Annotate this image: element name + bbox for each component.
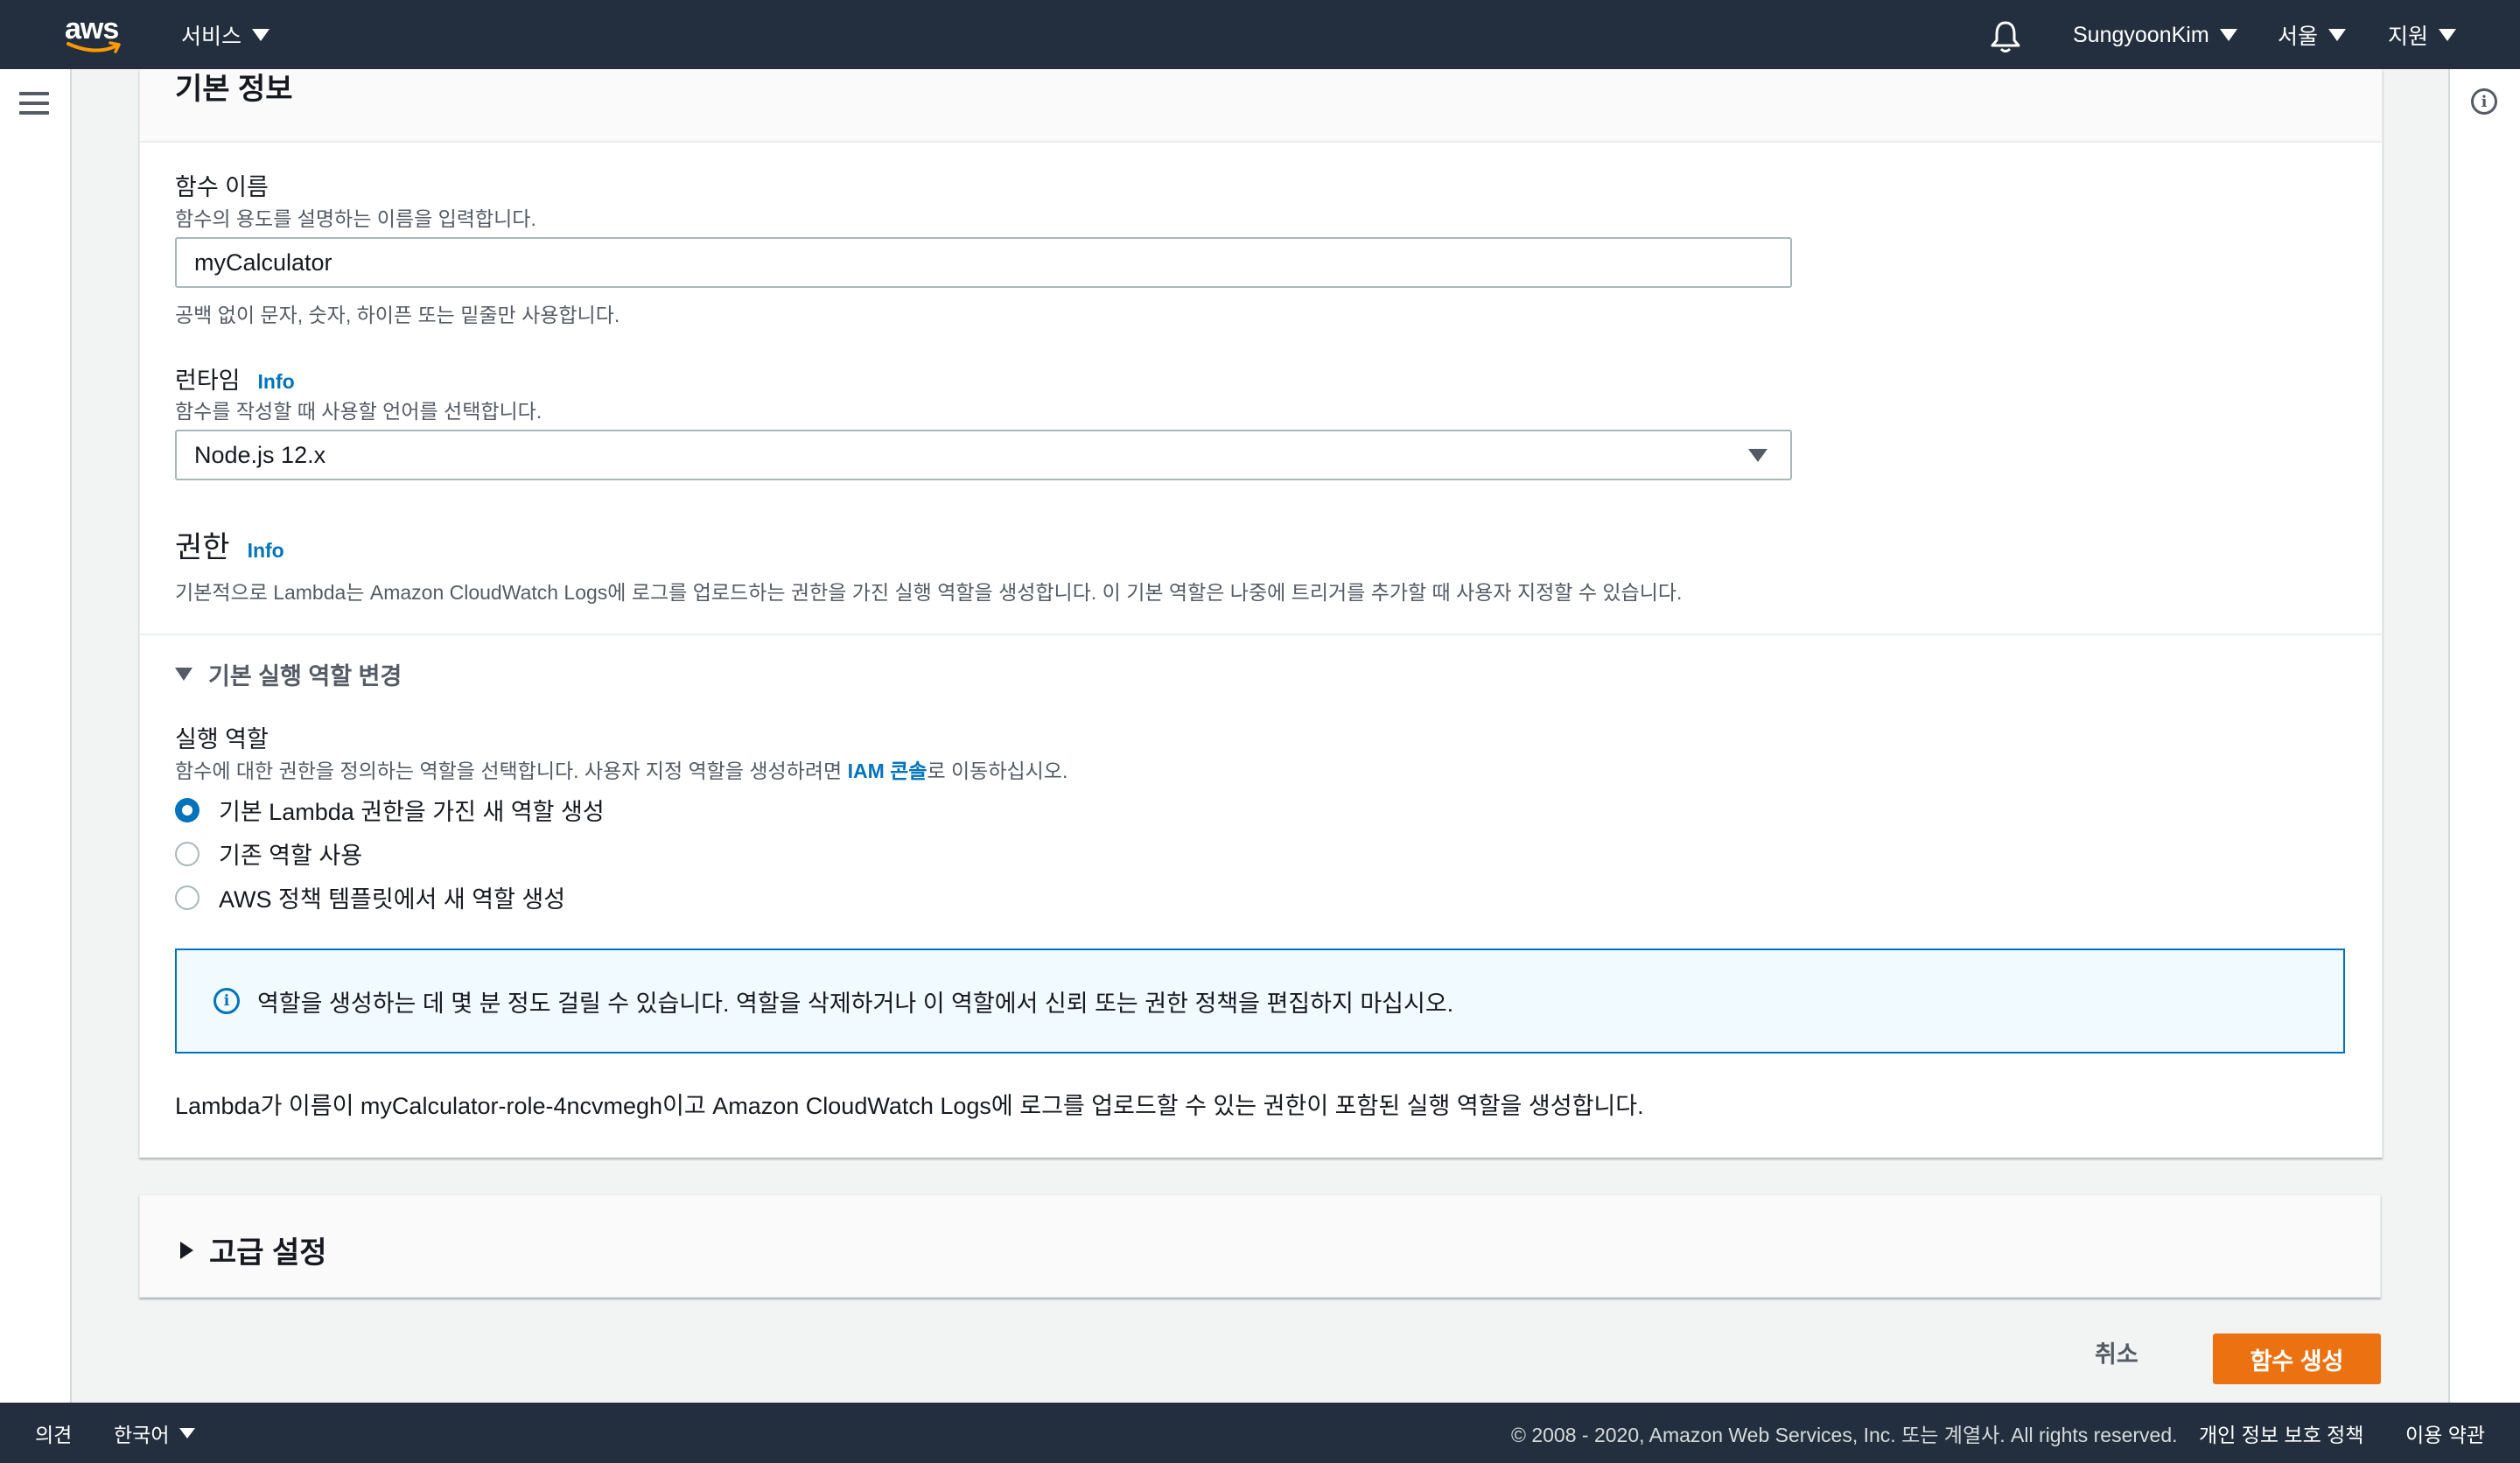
role-option-existing[interactable]: 기존 역할 사용 [175,836,362,871]
language-selector[interactable]: 한국어 [114,1403,196,1463]
advanced-settings-panel: 고급 설정 [139,1194,2381,1298]
menu-icon[interactable] [19,92,49,118]
triangle-down-icon [175,668,192,681]
advanced-settings-expander[interactable]: 고급 설정 [180,1228,327,1271]
support-menu[interactable]: 지원 [2388,18,2457,52]
permissions-heading: 권한 [175,531,230,564]
runtime-selected-value: Node.js 12.x [194,442,326,468]
role-creation-alert: i 역할을 생성하는 데 몇 분 정도 걸릴 수 있습니다. 역할을 삭제하거나… [175,948,2345,1054]
region-menu[interactable]: 서울 [2278,18,2347,52]
info-icon[interactable]: i [2471,88,2497,115]
section-divider [140,634,2382,635]
radio-button[interactable] [175,841,200,866]
cancel-button[interactable]: 취소 [2095,1335,2138,1369]
create-function-button[interactable]: 함수 생성 [2213,1334,2381,1384]
terms-link[interactable]: 이용 약관 [2405,1403,2485,1463]
triangle-right-icon [180,1241,193,1259]
caret-down-icon [2219,29,2237,41]
copyright-text: © 2008 - 2020, Amazon Web Services, Inc.… [1511,1423,2178,1446]
basic-info-heading: 기본 정보 [175,73,293,106]
runtime-info-link[interactable]: Info [258,370,295,393]
role-option-new-basic[interactable]: 기본 Lambda 권한을 가진 새 역할 생성 [175,793,605,827]
role-summary-text: Lambda가 이름이 myCalculator-role-4ncvmegh이고… [175,1093,1644,1119]
feedback-link[interactable]: 의견 [35,1403,72,1463]
aws-logo-icon[interactable]: aws [65,12,124,56]
footer: 의견 한국어 © 2008 - 2020, Amazon Web Service… [0,1403,2520,1463]
language-label: 한국어 [114,1423,170,1446]
function-name-label: 함수 이름 [175,174,269,200]
role-option-policy-template[interactable]: AWS 정책 템플릿에서 새 역할 생성 [175,880,565,914]
services-menu[interactable]: 서비스 [181,18,270,52]
support-label: 지원 [2388,24,2429,49]
change-default-role-expander[interactable]: 기본 실행 역할 변경 [175,657,402,691]
execution-role-description-suffix: 로 이동하십시오. [927,760,1068,782]
caret-down-icon [2328,29,2347,41]
permissions-info-link[interactable]: Info [248,539,284,562]
iam-console-link[interactable]: IAM 콘솔 [848,760,928,782]
user-menu[interactable]: SungyoonKim [2073,18,2237,52]
advanced-settings-heading: 고급 설정 [209,1236,327,1270]
role-option-label: 기존 역할 사용 [219,843,363,869]
function-name-description: 함수의 용도를 설명하는 이름을 입력합니다. [175,207,536,230]
caret-down-icon [2439,29,2457,41]
panel-header: 기본 정보 [140,69,2382,143]
help-panel-rail: i [2448,69,2520,1403]
aws-smile-icon [66,41,121,53]
permissions-description: 기본적으로 Lambda는 Amazon CloudWatch Logs에 로그… [175,581,1683,604]
role-option-label: AWS 정책 템플릿에서 새 역할 생성 [219,886,566,913]
services-label: 서비스 [181,24,242,49]
alert-text: 역할을 생성하는 데 몇 분 정도 걸릴 수 있습니다. 역할을 삭제하거나 이… [257,990,1454,1017]
radio-button[interactable] [175,797,200,822]
caret-down-icon [1748,449,1768,462]
top-navigation: aws 서비스 SungyoonKim 서울 지원 [0,0,2520,69]
bell-icon[interactable] [1988,18,2023,54]
region-label: 서울 [2278,24,2319,49]
role-option-label: 기본 Lambda 권한을 가진 새 역할 생성 [219,799,605,825]
runtime-select[interactable]: Node.js 12.x [175,430,1792,480]
runtime-description: 함수를 작성할 때 사용할 언어를 선택합니다. [175,400,542,423]
caret-down-icon [252,29,270,41]
execution-role-description: 함수에 대한 권한을 정의하는 역할을 선택합니다. 사용자 지정 역할을 생성… [175,754,1068,784]
change-default-role-label: 기본 실행 역할 변경 [208,663,402,690]
radio-button[interactable] [175,885,200,910]
function-name-value: myCalculator [194,249,332,276]
function-name-input[interactable]: myCalculator [175,237,1792,288]
caret-down-icon [179,1427,196,1438]
info-icon: i [214,988,240,1014]
execution-role-label: 실행 역할 [175,726,269,752]
left-navigation-rail [0,69,72,1403]
permissions-heading-row: 권한 Info [175,523,284,566]
function-name-constraint: 공백 없이 문자, 숫자, 하이픈 또는 밑줄만 사용합니다. [175,304,620,326]
runtime-label: 런타임 [175,368,241,394]
execution-role-description-prefix: 함수에 대한 권한을 정의하는 역할을 선택합니다. 사용자 지정 역할을 생성… [175,760,848,782]
user-label: SungyoonKim [2073,22,2209,47]
basic-info-panel: 기본 정보 함수 이름 함수의 용도를 설명하는 이름을 입력합니다. myCa… [139,69,2383,1158]
runtime-label-row: 런타임 Info [175,361,295,396]
privacy-policy-link[interactable]: 개인 정보 보호 정책 [2199,1403,2363,1463]
